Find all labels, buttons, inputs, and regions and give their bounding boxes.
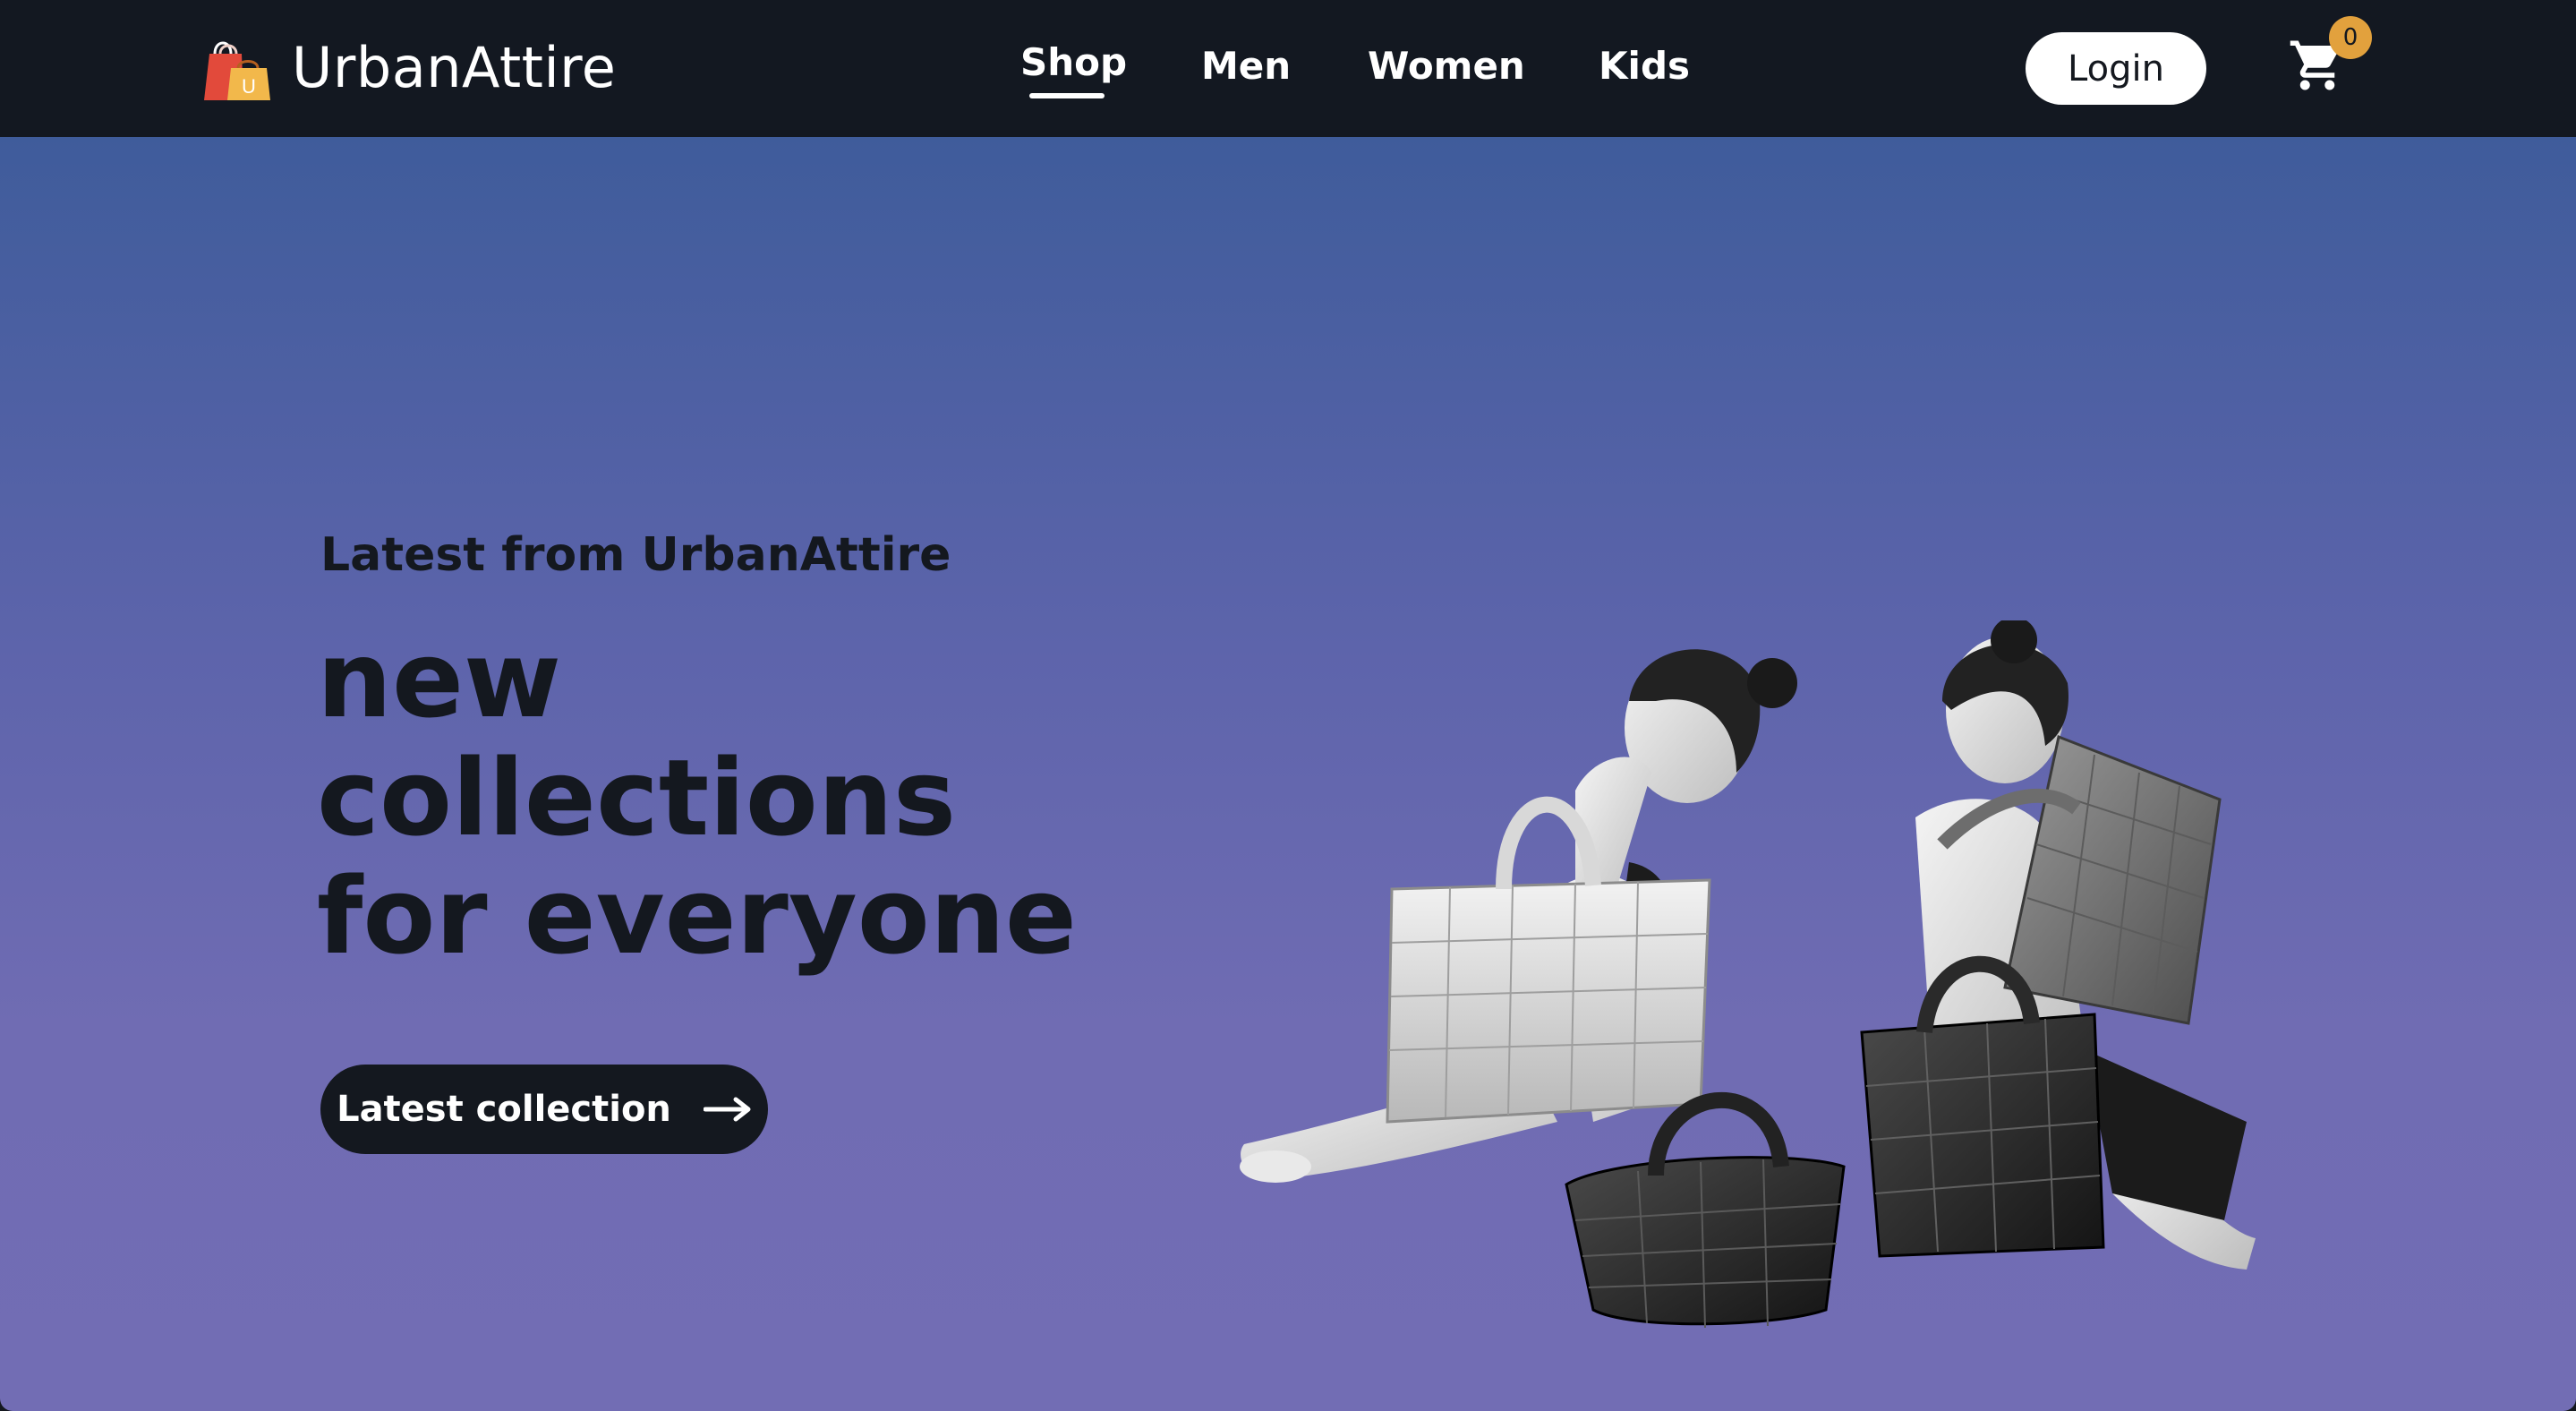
hero-title-line-2: collections — [317, 736, 957, 859]
models-with-handbags-image — [1240, 620, 2256, 1329]
cta-label: Latest collection — [337, 1089, 671, 1130]
hero-title: new collections for everyone — [317, 620, 1122, 975]
cart-count-badge: 0 — [2329, 16, 2372, 59]
hero-title-line-1: new — [317, 618, 562, 741]
hero-kicker: Latest from UrbanAttire — [320, 528, 951, 582]
arrow-right-icon — [703, 1097, 751, 1122]
nav-link-kids[interactable]: Kids — [1599, 39, 1690, 93]
hero-title-line-3: for everyone — [317, 854, 1077, 978]
hero-image — [1235, 620, 2273, 1337]
nav-link-women[interactable]: Women — [1368, 39, 1525, 93]
nav-link-shop[interactable]: Shop — [1020, 36, 1127, 90]
top-navbar: U UrbanAttire Shop Men Women Kids Login … — [0, 0, 2576, 137]
active-nav-indicator — [1029, 93, 1105, 98]
latest-collection-button[interactable]: Latest collection — [320, 1065, 768, 1154]
nav-link-men[interactable]: Men — [1201, 39, 1291, 93]
hero-section: Latest from UrbanAttire new collections … — [0, 137, 2576, 1411]
login-button[interactable]: Login — [2026, 32, 2206, 105]
